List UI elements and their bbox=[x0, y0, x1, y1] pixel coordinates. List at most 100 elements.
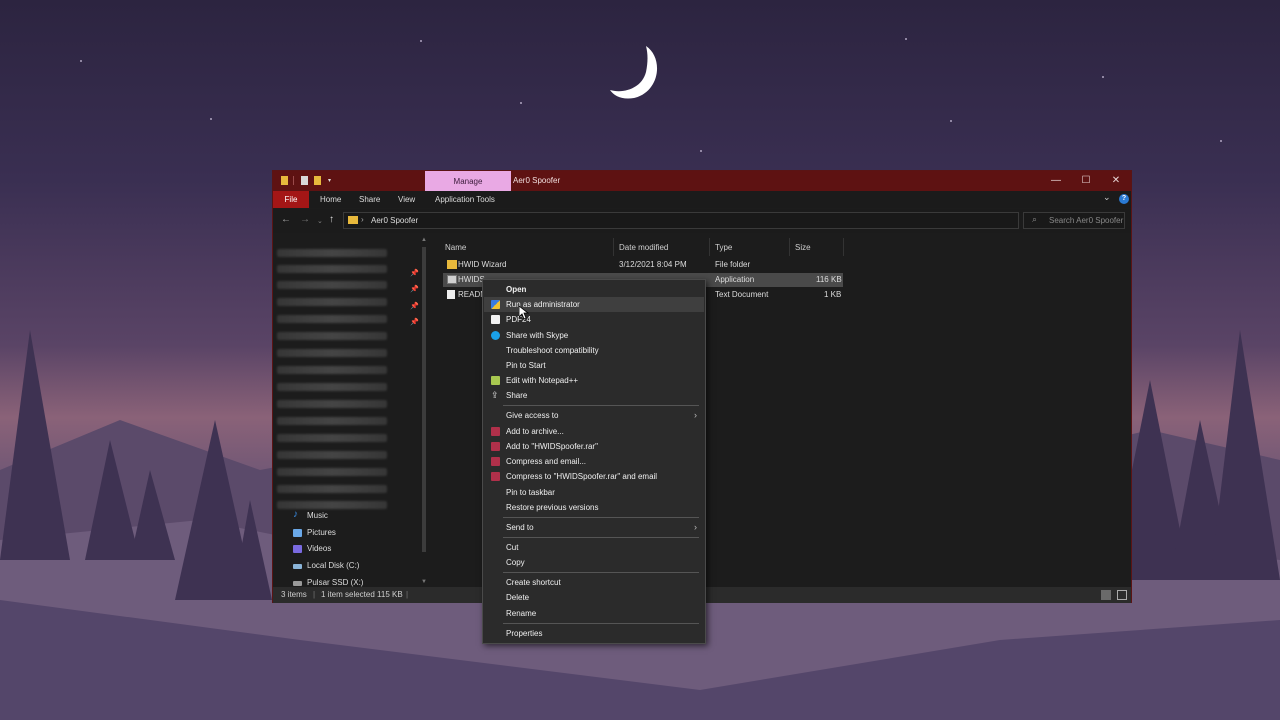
scroll-down-icon[interactable]: ▼ bbox=[421, 579, 427, 585]
separator bbox=[293, 176, 294, 185]
menu-item-label: Pin to Start bbox=[506, 361, 546, 370]
menu-item-give-access-to[interactable]: Give access to › bbox=[484, 408, 704, 423]
menu-item-label: Properties bbox=[506, 629, 543, 638]
scroll-up-icon[interactable]: ▲ bbox=[421, 237, 427, 243]
column-header-type[interactable]: Type bbox=[715, 241, 732, 255]
blurred-quick-access-item[interactable] bbox=[277, 485, 387, 493]
forward-arrow-icon[interactable]: → bbox=[300, 214, 310, 225]
new-folder-icon[interactable] bbox=[314, 176, 321, 185]
blurred-quick-access-item[interactable] bbox=[277, 281, 387, 289]
menu-item-share[interactable]: ⇪ Share bbox=[484, 388, 704, 403]
menu-item-add-to-archive[interactable]: Add to archive... bbox=[484, 424, 704, 439]
recent-locations-icon[interactable]: ⌄ bbox=[317, 217, 323, 225]
menu-item-restore-previous-versions[interactable]: Restore previous versions bbox=[484, 500, 704, 515]
menu-item-delete[interactable]: Delete bbox=[484, 590, 704, 605]
tab-home[interactable]: Home bbox=[320, 191, 341, 208]
column-header-date-modified[interactable]: Date modified bbox=[619, 241, 668, 255]
menu-separator bbox=[503, 537, 699, 538]
menu-item-open[interactable]: Open bbox=[484, 282, 704, 297]
address-bar[interactable]: › Aer0 Spoofer ⌄ ↻ bbox=[343, 212, 1079, 229]
menu-item-compress-and-email[interactable]: Compress and email... bbox=[484, 454, 704, 469]
menu-item-edit-with-notepadpp[interactable]: Edit with Notepad++ bbox=[484, 373, 704, 388]
up-arrow-icon[interactable]: ↑ bbox=[329, 214, 334, 225]
expand-ribbon-icon[interactable]: ⌄ bbox=[1103, 192, 1111, 203]
menu-item-pdf24[interactable]: PDF24 bbox=[484, 312, 704, 327]
column-header-size[interactable]: Size bbox=[795, 241, 811, 255]
menu-item-label: Compress and email... bbox=[506, 457, 587, 466]
menu-item-copy[interactable]: Copy bbox=[484, 555, 704, 570]
maximize-button[interactable]: ☐ bbox=[1071, 171, 1101, 191]
column-divider[interactable] bbox=[613, 238, 614, 256]
title-bar[interactable]: ▾ Manage Aer0 Spoofer — ☐ ✕ bbox=[273, 171, 1131, 191]
menu-item-add-to-rar[interactable]: Add to "HWIDSpoofer.rar" bbox=[484, 439, 704, 454]
menu-item-label: Add to archive... bbox=[506, 427, 564, 436]
column-divider[interactable] bbox=[789, 238, 790, 256]
menu-item-troubleshoot-compatibility[interactable]: Troubleshoot compatibility bbox=[484, 343, 704, 358]
drive-icon bbox=[293, 564, 302, 569]
pin-icon[interactable]: 📌 bbox=[410, 269, 419, 277]
column-divider[interactable] bbox=[709, 238, 710, 256]
menu-item-label: Pin to taskbar bbox=[506, 488, 555, 497]
shield-icon bbox=[491, 300, 500, 309]
folder-icon bbox=[281, 176, 288, 185]
menu-item-pin-to-taskbar[interactable]: Pin to taskbar bbox=[484, 485, 704, 500]
blurred-quick-access-item[interactable] bbox=[277, 265, 387, 273]
pin-icon[interactable]: 📌 bbox=[410, 285, 419, 293]
menu-item-label: Edit with Notepad++ bbox=[506, 376, 579, 385]
ribbon-tabs: File Home Share View Application Tools ⌄… bbox=[273, 191, 1131, 208]
menu-item-properties[interactable]: Properties bbox=[484, 626, 704, 641]
menu-item-send-to[interactable]: Send to › bbox=[484, 520, 704, 535]
blurred-quick-access-item[interactable] bbox=[277, 249, 387, 257]
tab-view[interactable]: View bbox=[398, 191, 415, 208]
tab-application-tools[interactable]: Application Tools bbox=[435, 191, 495, 208]
nav-item-label: Music bbox=[307, 511, 328, 520]
blurred-quick-access-item[interactable] bbox=[277, 383, 387, 391]
winrar-icon bbox=[491, 457, 500, 466]
pin-icon[interactable]: 📌 bbox=[410, 318, 419, 326]
blurred-quick-access-item[interactable] bbox=[277, 434, 387, 442]
blurred-quick-access-item[interactable] bbox=[277, 366, 387, 374]
nav-pane-scrollbar[interactable]: ▲ ▼ bbox=[421, 237, 427, 585]
properties-icon[interactable] bbox=[301, 176, 308, 185]
blurred-quick-access-item[interactable] bbox=[277, 332, 387, 340]
column-divider[interactable] bbox=[843, 238, 844, 256]
tab-manage[interactable]: Manage bbox=[425, 171, 511, 191]
tab-share[interactable]: Share bbox=[359, 191, 380, 208]
menu-separator bbox=[503, 572, 699, 573]
winrar-icon bbox=[491, 427, 500, 436]
menu-item-pin-to-start[interactable]: Pin to Start bbox=[484, 358, 704, 373]
pin-icon[interactable]: 📌 bbox=[410, 302, 419, 310]
file-row[interactable]: HWID Wizard 3/12/2021 8:04 PM File folde… bbox=[443, 258, 843, 272]
share-icon: ⇪ bbox=[491, 390, 499, 400]
menu-item-label: Run as administrator bbox=[506, 300, 580, 309]
help-icon[interactable]: ? bbox=[1119, 194, 1129, 204]
menu-item-run-as-administrator[interactable]: Run as administrator bbox=[484, 297, 704, 312]
close-button[interactable]: ✕ bbox=[1101, 171, 1131, 191]
large-icons-view-icon[interactable] bbox=[1117, 590, 1127, 600]
menu-item-share-with-skype[interactable]: Share with Skype bbox=[484, 328, 704, 343]
details-view-icon[interactable] bbox=[1101, 590, 1111, 600]
blurred-quick-access-item[interactable] bbox=[277, 349, 387, 357]
file-name: HWID Wizard bbox=[458, 260, 507, 269]
menu-separator bbox=[503, 405, 699, 406]
blurred-quick-access-item[interactable] bbox=[277, 451, 387, 459]
menu-item-create-shortcut[interactable]: Create shortcut bbox=[484, 575, 704, 590]
window-title: Aer0 Spoofer bbox=[513, 176, 561, 185]
blurred-quick-access-item[interactable] bbox=[277, 298, 387, 306]
blurred-quick-access-item[interactable] bbox=[277, 315, 387, 323]
blurred-quick-access-item[interactable] bbox=[277, 400, 387, 408]
menu-item-compress-to-rar-and-email[interactable]: Compress to "HWIDSpoofer.rar" and email bbox=[484, 469, 704, 484]
blurred-quick-access-item[interactable] bbox=[277, 468, 387, 476]
address-path[interactable]: Aer0 Spoofer bbox=[371, 216, 418, 225]
chevron-down-icon[interactable]: ▾ bbox=[328, 178, 334, 184]
status-selection: 1 item selected 115 KB bbox=[321, 590, 403, 599]
menu-item-cut[interactable]: Cut bbox=[484, 540, 704, 555]
column-header-name[interactable]: Name bbox=[445, 241, 466, 255]
back-arrow-icon[interactable]: ← bbox=[281, 214, 291, 225]
scrollbar-thumb[interactable] bbox=[422, 247, 426, 552]
blurred-quick-access-item[interactable] bbox=[277, 417, 387, 425]
menu-item-rename[interactable]: Rename bbox=[484, 606, 704, 621]
tab-file[interactable]: File bbox=[273, 191, 309, 208]
search-input[interactable]: ⌕ Search Aer0 Spoofer bbox=[1023, 212, 1125, 229]
minimize-button[interactable]: — bbox=[1041, 171, 1071, 191]
